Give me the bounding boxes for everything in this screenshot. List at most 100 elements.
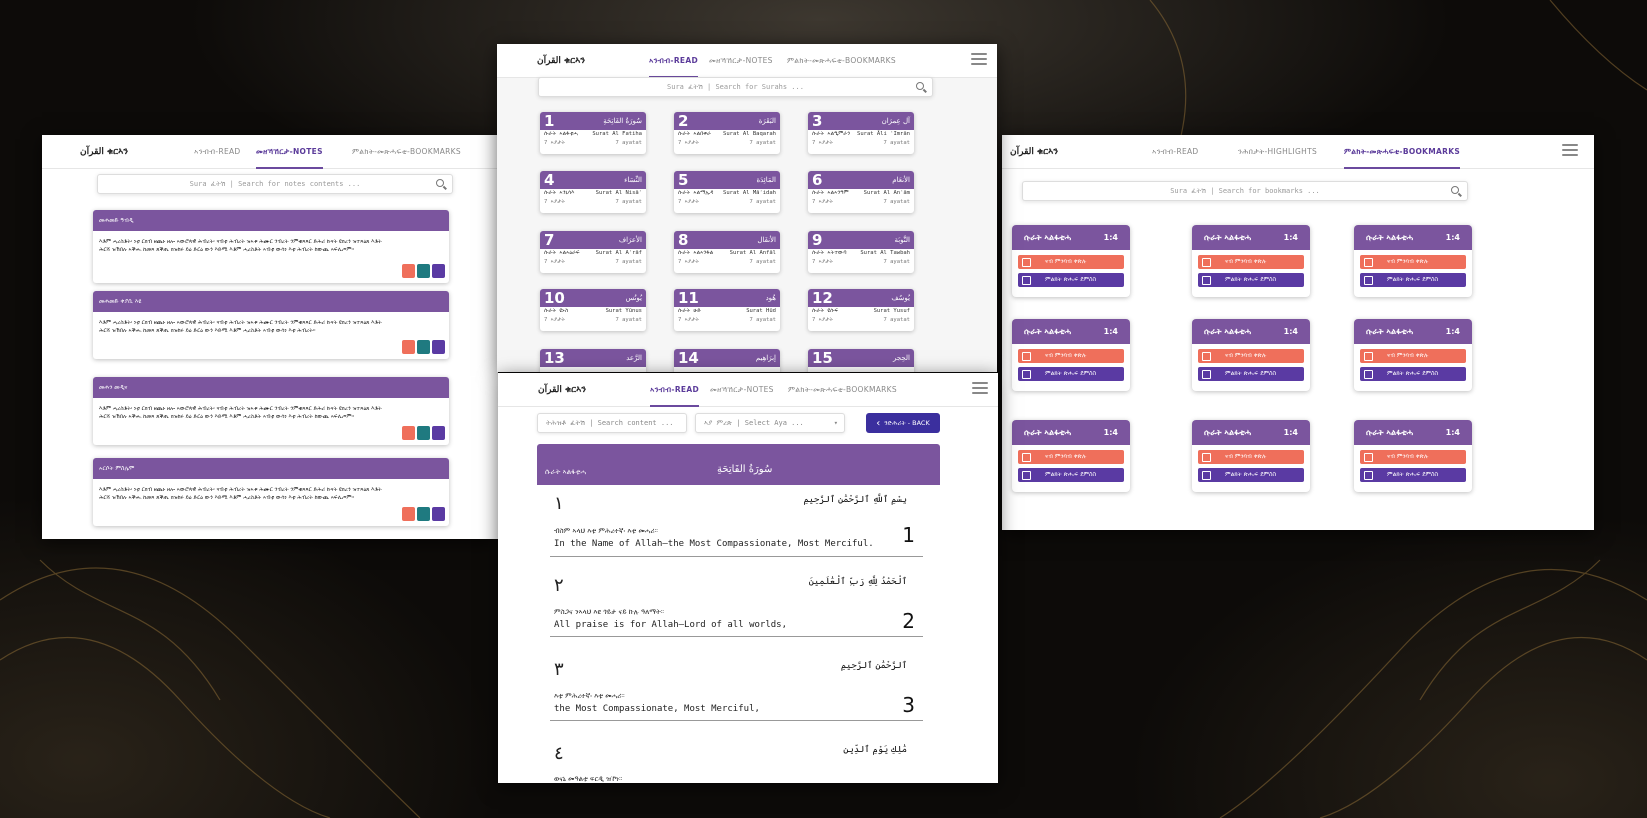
settings-sliders-icon[interactable] xyxy=(972,382,988,396)
bookmark-ref: 1:4 xyxy=(1283,327,1298,336)
continue-reading-button[interactable]: ናብ ምንባብ ቀጽሉ xyxy=(1018,349,1124,363)
surah-card[interactable]: 2 البَقَرَة ሱራት ኣልበቀራ Surat Al Baqarah 7 ኣያታ… xyxy=(674,112,780,154)
content-search-placeholder: ትሕዝቶ ፈትሽ | Search content ... xyxy=(546,419,674,427)
delete-icon[interactable] xyxy=(402,340,415,354)
verse-arabic-number: ٤ xyxy=(554,743,564,764)
surah-ayat-en: 7 ayatat xyxy=(749,317,777,323)
surah-card[interactable]: 7 الأعرَاف ሱራት ኣልኣዕራፍ Surat Al Aʿrāf 7 ኣያታት 7… xyxy=(540,231,646,273)
note-card: መሐመድ ዓብዲ እቶም ሓረስቶት፡ ነቲ ርክብ ዘጨኑ ዘሎ ኣውሮጳዊ … xyxy=(93,210,449,283)
bookmark-ref: 1:4 xyxy=(1445,428,1460,437)
surah-card[interactable]: 10 يُونُس ሱራት ዩኑስ Surat Yūnus 7 ኣያታት 7 ayatat xyxy=(540,289,646,331)
surah-ayat-en: 7 ayatat xyxy=(749,259,777,265)
bookmarks-search-input[interactable]: Sura ፈትሽ | Search for bookmarks ... xyxy=(1022,181,1468,201)
tab-read[interactable]: ኣንብብ-READ xyxy=(1152,135,1199,169)
surah-arabic-name: هُود xyxy=(765,294,776,302)
back-button[interactable]: ‹ ንድሕሪት - BACK xyxy=(866,413,940,433)
delete-icon[interactable] xyxy=(402,507,415,521)
continue-reading-button[interactable]: ናብ ምንባብ ቀጽሉ xyxy=(1198,450,1304,464)
delete-bookmark-button[interactable]: ምልክት ጽሑፍ ደምስስ xyxy=(1198,468,1304,482)
edit-icon[interactable] xyxy=(417,426,430,440)
surah-card[interactable]: 11 هُود ሱራት ሁድ Surat Hūd 7 ኣያታት 7 ayatat xyxy=(674,289,780,331)
delete-bookmark-button[interactable]: ምልክት ጽሑፍ ደምስስ xyxy=(1198,367,1304,381)
continue-reading-button[interactable]: ናብ ምንባብ ቀጽሉ xyxy=(1360,349,1466,363)
delete-bookmark-button[interactable]: ምልክት ጽሑፍ ደምስስ xyxy=(1360,273,1466,287)
surah-card[interactable]: 12 يُوسُف ሱራት ዩሱፍ Surat Yusuf 7 ኣያታት 7 ayatat xyxy=(808,289,914,331)
surah-search-input[interactable]: Sura ፈትሽ | Search for Surahs ... xyxy=(538,77,933,97)
edit-icon[interactable] xyxy=(417,507,430,521)
search-icon[interactable] xyxy=(1451,186,1459,194)
open-book-icon[interactable] xyxy=(432,507,445,521)
bookmarks-header: القرآن ቁርኣን ኣንብብ-READ ንሕበታት-HIGHLIGHTS ም… xyxy=(1002,135,1594,169)
surah-arabic-name: الأنعَام xyxy=(892,176,910,184)
delete-bookmark-button[interactable]: ምልክት ጽሑፍ ደምስስ xyxy=(1360,367,1466,381)
surah-card[interactable]: 3 آل عِمرَان ሱራት ኣልዒምራን Surat Āli ʿImrān 7 ኣ… xyxy=(808,112,914,154)
surah-ayat-ti: 7 ኣያታት xyxy=(812,140,833,146)
tab-highlights[interactable]: ንሕበታት-HIGHLIGHTS xyxy=(1238,135,1317,169)
tab-notes[interactable]: መዘኻኸርታ-NOTES xyxy=(709,44,773,78)
trash-icon xyxy=(1202,351,1211,361)
tab-notes[interactable]: መዘኻኸርታ-NOTES xyxy=(710,373,774,407)
surah-name-ti: ሱራት ኣልፋቲሓ xyxy=(544,131,578,137)
surah-card[interactable]: 5 المَائِدَة ሱራት ኣልማኢዳ Surat Al Māʾidah 7 ኣያ… xyxy=(674,171,780,213)
surah-card[interactable]: 15 الحِجر xyxy=(808,349,914,372)
continue-reading-button[interactable]: ናብ ምንባብ ቀጽሉ xyxy=(1018,255,1124,269)
tab-bookmarks[interactable]: ምልክት-መጽሓፍቲ-BOOKMARKS xyxy=(787,44,896,78)
tab-read[interactable]: ኣንብብ-READ xyxy=(194,135,241,169)
surah-name-en: Surat Yusuf xyxy=(873,308,910,314)
delete-bookmark-button[interactable]: ምልክት ጽሑፍ ደምስስ xyxy=(1018,468,1124,482)
search-icon[interactable] xyxy=(436,179,444,187)
continue-reading-button[interactable]: ናብ ምንባብ ቀጽሉ xyxy=(1198,349,1304,363)
surah-arabic-name: سُورَةُ الفَاتِحَةِ xyxy=(603,117,642,125)
tab-notes[interactable]: መዘኻኸርታ-NOTES xyxy=(256,135,323,169)
open-book-icon[interactable] xyxy=(432,264,445,278)
continue-reading-button[interactable]: ናብ ምንባብ ቀጽሉ xyxy=(1198,255,1304,269)
content-search-input[interactable]: ትሕዝቶ ፈትሽ | Search content ... xyxy=(537,413,687,433)
surah-card[interactable]: 1 سُورَةُ الفَاتِحَةِ ሱራት ኣልፋቲሓ Surat Al Fa… xyxy=(540,112,646,154)
aya-select[interactable]: ኣያ ምረጽ | Select Aya ... ▾ xyxy=(695,413,845,433)
edit-icon[interactable] xyxy=(417,264,430,278)
continue-reading-label: ናብ ምንባብ ቀጽሉ xyxy=(1387,352,1429,359)
edit-icon[interactable] xyxy=(417,340,430,354)
delete-bookmark-label: ምልክት ጽሑፍ ደምስስ xyxy=(1387,471,1439,478)
surah-card[interactable]: 9 التَّوبَة ሱራት ኣትተውባ Surat Al Tawbah 7 ኣያታት… xyxy=(808,231,914,273)
surah-ayat-en: 7 ayatat xyxy=(615,259,643,265)
surah-arabic-name: البَقَرَة xyxy=(758,117,776,125)
surah-ayat-ti: 7 ኣያታት xyxy=(544,140,565,146)
settings-sliders-icon[interactable] xyxy=(971,53,987,67)
continue-reading-button[interactable]: ናብ ምንባብ ቀጽሉ xyxy=(1360,450,1466,464)
continue-reading-button[interactable]: ናብ ምንባብ ቀጽሉ xyxy=(1018,450,1124,464)
surah-name-ti: ሱራት ዩኑስ xyxy=(544,308,569,314)
delete-icon[interactable] xyxy=(402,426,415,440)
continue-reading-button[interactable]: ናብ ምንባብ ቀጽሉ xyxy=(1360,255,1466,269)
surah-card[interactable]: 8 الأنفَال ሱራት ኣልኣንፋል Surat Al Anfāl 7 ኣያታት 7… xyxy=(674,231,780,273)
surah-card[interactable]: 6 الأنعَام ሱራት ኣልኣንዓም Surat Al Anʿām 7 ኣያታት 7… xyxy=(808,171,914,213)
tab-bookmarks[interactable]: ምልክት-መጽሓፍቲ-BOOKMARKS xyxy=(352,135,461,169)
delete-bookmark-button[interactable]: ምልክት ጽሑፍ ደምስስ xyxy=(1198,273,1304,287)
surah-card[interactable]: 4 النِّسَاء ሱራት ኣንኒሳእ Surat Al Nisāʾ 7 ኣያታት 7… xyxy=(540,171,646,213)
delete-bookmark-button[interactable]: ምልክት ጽሑፍ ደምስስ xyxy=(1018,273,1124,287)
tab-read[interactable]: ኣንብብ-READ xyxy=(650,373,699,407)
surah-number: 15 xyxy=(812,349,833,367)
note-body: እቶም ሓረስቶት፡ ነቲ ርክብ ዘጨኑ ዘሎ ኣውሮጳዊ ሕብረት፡ ናብቲ… xyxy=(99,239,382,253)
surah-number: 7 xyxy=(544,231,555,249)
surah-card[interactable]: 13 الرَّعد xyxy=(540,349,646,372)
surah-search-placeholder: Sura ፈትሽ | Search for Surahs ... xyxy=(667,82,804,91)
verse-arabic-text: ٱلْحَمْدُ لِلَّهِ رَبِّ ٱلْعَٰلَمِينَ xyxy=(808,577,907,587)
delete-icon[interactable] xyxy=(402,264,415,278)
tab-bookmarks[interactable]: ምልክት-መጽሓፍቲ-BOOKMARKS xyxy=(788,373,897,407)
caret-down-icon: ▾ xyxy=(833,419,838,427)
surah-number: 9 xyxy=(812,231,823,249)
tab-read[interactable]: ኣንብብ-READ xyxy=(649,44,698,78)
delete-bookmark-button[interactable]: ምልክት ጽሑፍ ደምስስ xyxy=(1018,367,1124,381)
notes-header: القرآن ቁርኣን ኣንብብ-READ መዘኻኸርታ-NOTES ምልክት-… xyxy=(42,135,498,169)
notes-search-input[interactable]: Sura ፈትሽ | Search for notes contents ... xyxy=(97,174,453,194)
surah-name-ti: ሱራት ኣልኣንፋል xyxy=(678,250,714,256)
open-book-icon[interactable] xyxy=(432,426,445,440)
tab-bookmarks[interactable]: ምልክት-መጽሓፍቲ-BOOKMARKS xyxy=(1344,135,1461,169)
open-book-icon[interactable] xyxy=(432,340,445,354)
settings-sliders-icon[interactable] xyxy=(1562,144,1578,158)
surah-card[interactable]: 14 إبرَاهِيم xyxy=(674,349,780,372)
search-icon[interactable] xyxy=(916,82,924,90)
delete-bookmark-button[interactable]: ምልክት ጽሑፍ ደምስስ xyxy=(1360,468,1466,482)
continue-reading-label: ናብ ምንባብ ቀጽሉ xyxy=(1225,258,1267,265)
